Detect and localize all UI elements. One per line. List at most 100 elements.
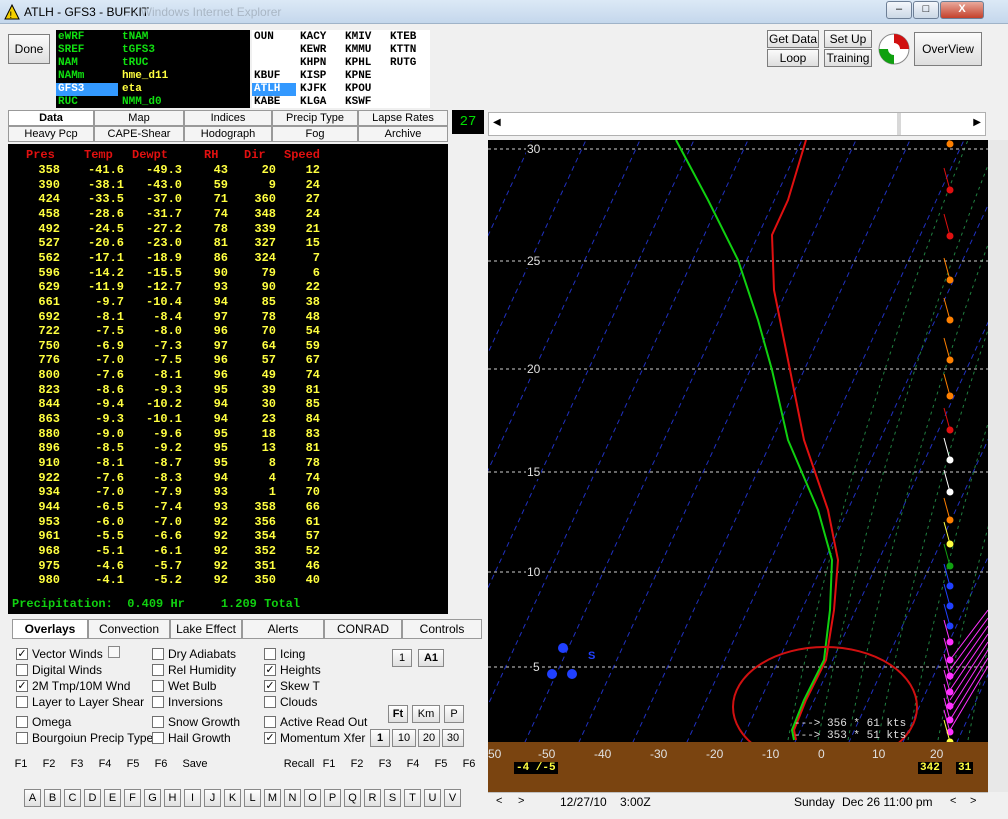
checkbox-icon[interactable] — [152, 696, 164, 708]
tab-hodograph[interactable]: Hodograph — [184, 126, 272, 142]
checkmark-icon[interactable]: ✓ — [264, 664, 276, 676]
status-right-arrow-icon[interactable]: > — [518, 795, 524, 807]
tab-overlays[interactable]: Overlays — [12, 619, 88, 639]
recall-button[interactable]: Recall — [282, 755, 316, 773]
minimize-button[interactable]: – — [886, 1, 912, 19]
fkey-left-f5[interactable]: F5 — [122, 755, 144, 773]
overlay-checkbox-skew-t[interactable]: ✓ Skew T — [264, 679, 320, 693]
model-item[interactable]: NAMm — [58, 70, 84, 83]
station-item[interactable]: KEWR — [300, 44, 326, 57]
time-scrollbar[interactable]: ◀ ▶ — [488, 112, 986, 136]
letter-button-a[interactable]: A — [24, 789, 41, 807]
skew-t-chart[interactable]: 50 -50 -40 -30 -20 -10 0 10 20 30 25 20 15 10 5 -4 /-… — [488, 140, 988, 792]
overlay-checkbox-2m-tmp-10m-wnd[interactable]: ✓ 2M Tmp/10M Wnd — [16, 679, 130, 693]
close-button[interactable]: X — [940, 1, 984, 19]
letter-button-g[interactable]: G — [144, 789, 161, 807]
status-left-arrow-icon[interactable]: < — [496, 795, 502, 807]
km-button[interactable]: Km — [412, 705, 440, 723]
letter-button-o[interactable]: O — [304, 789, 321, 807]
fkey-left-f3[interactable]: F3 — [66, 755, 88, 773]
fkey-left-f2[interactable]: F2 — [38, 755, 60, 773]
station-item[interactable]: RUTG — [390, 57, 416, 70]
model-item[interactable]: eWRF — [58, 31, 84, 44]
step-20-button[interactable]: 20 — [418, 729, 440, 747]
tab-fog[interactable]: Fog — [272, 126, 358, 142]
checkbox-icon[interactable] — [16, 696, 28, 708]
tab-alerts[interactable]: Alerts — [242, 619, 324, 639]
station-item[interactable]: KTEB — [390, 31, 416, 44]
overlay-checkbox-omega[interactable]: Omega — [16, 715, 71, 729]
step-10-button[interactable]: 10 — [392, 729, 416, 747]
fkey-right-f3[interactable]: F3 — [374, 755, 396, 773]
letter-button-l[interactable]: L — [244, 789, 261, 807]
letter-button-s[interactable]: S — [384, 789, 401, 807]
checkmark-icon[interactable]: ✓ — [264, 680, 276, 692]
model-item[interactable]: NMM_d0 — [122, 96, 162, 109]
letter-button-u[interactable]: U — [424, 789, 441, 807]
station-item[interactable]: KSWF — [345, 96, 371, 109]
letter-button-n[interactable]: N — [284, 789, 301, 807]
fkey-right-f2[interactable]: F2 — [346, 755, 368, 773]
loop-button[interactable]: Loop — [767, 49, 819, 67]
model-item[interactable]: NAM — [58, 57, 78, 70]
checkbox-icon[interactable] — [264, 696, 276, 708]
scroll-right-icon[interactable]: ▶ — [973, 117, 981, 128]
letter-button-d[interactable]: D — [84, 789, 101, 807]
training-button[interactable]: Training — [824, 49, 872, 67]
overlay-checkbox-icing[interactable]: Icing — [264, 647, 305, 661]
checkbox-icon[interactable] — [152, 664, 164, 676]
tab-map[interactable]: Map — [94, 110, 184, 126]
letter-button-j[interactable]: J — [204, 789, 221, 807]
overlay-checkbox-layer-to-layer-shear[interactable]: Layer to Layer Shear — [16, 695, 144, 709]
tab-lake-effect[interactable]: Lake Effect — [170, 619, 242, 639]
overlay-checkbox-dry-adiabats[interactable]: Dry Adiabats — [152, 647, 236, 661]
fkey-left-f1[interactable]: F1 — [10, 755, 32, 773]
letter-button-v[interactable]: V — [444, 789, 461, 807]
done-button[interactable]: Done — [8, 34, 50, 64]
letter-button-f[interactable]: F — [124, 789, 141, 807]
station-item[interactable]: KHPN — [300, 57, 326, 70]
station-item[interactable]: KBUF — [254, 70, 280, 83]
station-item[interactable]: KABE — [254, 96, 280, 109]
overlay-checkbox-clouds[interactable]: Clouds — [264, 695, 317, 709]
station-item[interactable]: KJFK — [300, 83, 326, 96]
overlay-checkbox-heights[interactable]: ✓ Heights — [264, 663, 321, 677]
overlay-checkbox-inversions[interactable]: Inversions — [152, 695, 223, 709]
letter-button-c[interactable]: C — [64, 789, 81, 807]
model-item-selected[interactable]: GFS3 — [56, 83, 118, 96]
overlay-checkbox-snow-growth[interactable]: Snow Growth — [152, 715, 240, 729]
station-item[interactable]: KTTN — [390, 44, 416, 57]
station-item[interactable]: OUN — [254, 31, 274, 44]
scroll-thumb[interactable] — [897, 113, 901, 135]
nws-logo-icon[interactable] — [876, 32, 912, 66]
station-item[interactable]: KPOU — [345, 83, 371, 96]
checkbox-icon[interactable] — [152, 680, 164, 692]
ft-button[interactable]: Ft — [388, 705, 408, 723]
checkbox-icon[interactable] — [16, 664, 28, 676]
station-item[interactable]: KPHL — [345, 57, 371, 70]
station-item[interactable]: KISP — [300, 70, 326, 83]
a1-button[interactable]: A1 — [418, 649, 444, 667]
save-button[interactable]: Save — [180, 755, 210, 773]
overview-button[interactable]: OverView — [914, 32, 982, 66]
tab-archive[interactable]: Archive — [358, 126, 448, 142]
checkbox-icon[interactable] — [264, 648, 276, 660]
overlay-checkbox-hail-growth[interactable]: Hail Growth — [152, 731, 231, 745]
set-up-button[interactable]: Set Up — [824, 30, 872, 48]
tab-data[interactable]: Data — [8, 110, 94, 126]
tab-controls[interactable]: Controls — [402, 619, 482, 639]
overlay-checkbox-active-read-out[interactable]: Active Read Out — [264, 715, 367, 729]
status-left2-arrow-icon[interactable]: < — [950, 795, 956, 807]
step-1-button[interactable]: 1 — [370, 729, 390, 747]
tab-precip-type[interactable]: Precip Type — [272, 110, 358, 126]
fkey-left-f4[interactable]: F4 — [94, 755, 116, 773]
overlay-checkbox-digital-winds[interactable]: Digital Winds — [16, 663, 102, 677]
vector-winds-options[interactable] — [108, 646, 120, 658]
step-30-button[interactable]: 30 — [442, 729, 464, 747]
letter-button-i[interactable]: I — [184, 789, 201, 807]
overlay-checkbox-vector-winds[interactable]: ✓ Vector Winds — [16, 647, 103, 661]
checkmark-icon[interactable]: ✓ — [16, 648, 28, 660]
letter-button-m[interactable]: M — [264, 789, 281, 807]
tab-lapse-rates[interactable]: Lapse Rates — [358, 110, 448, 126]
station-item[interactable]: KACY — [300, 31, 326, 44]
